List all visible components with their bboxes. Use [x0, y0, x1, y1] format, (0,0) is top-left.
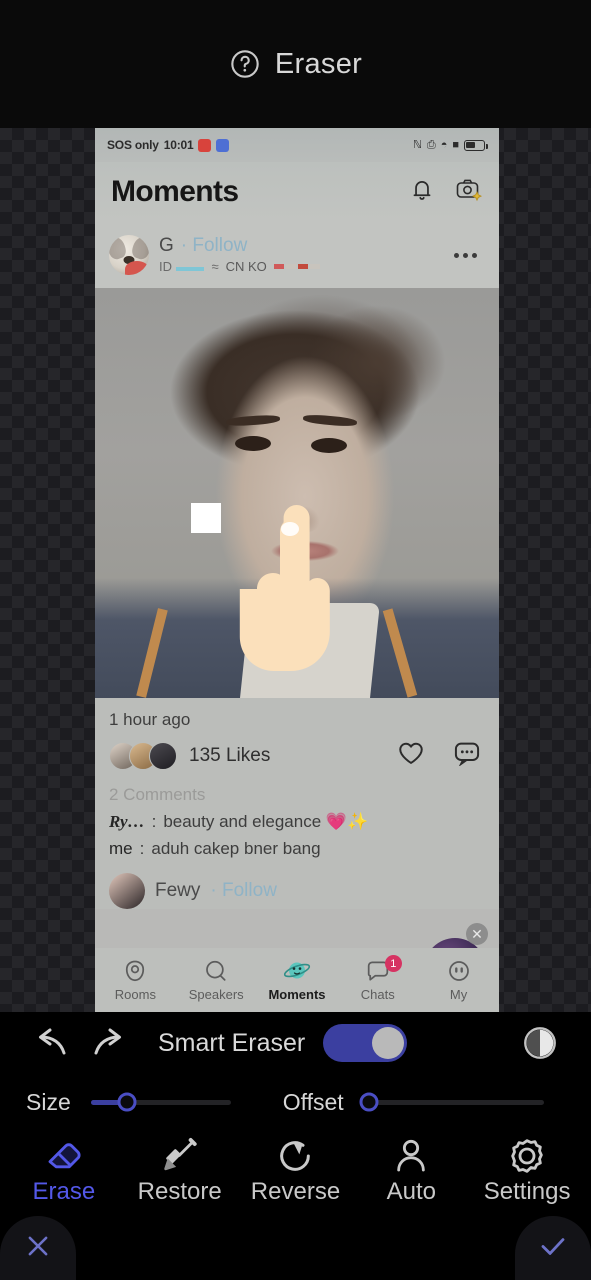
nav-item-rooms[interactable]: Rooms	[95, 958, 176, 1002]
list-item[interactable]: me: aduh cakep bner bang	[109, 839, 485, 859]
comment-author: Ry…	[109, 812, 145, 831]
tool-auto[interactable]: Auto	[353, 1136, 469, 1206]
tool-restore[interactable]: Restore	[122, 1136, 238, 1206]
likes-count: 135 Likes	[189, 744, 271, 766]
list-item[interactable]: Ry…: beauty and elegance 💗✨	[109, 812, 485, 832]
tool-erase[interactable]: Erase	[6, 1136, 122, 1206]
pointing-hand-cursor	[223, 493, 343, 683]
battery-icon	[464, 139, 488, 151]
editor-controls: Smart Eraser Size Offset Erase Restore R…	[0, 1012, 591, 1280]
post-header[interactable]: G · Follow ID ≈ CN KO	[95, 222, 499, 288]
next-post-author: Fewy	[155, 880, 201, 901]
nav-label: Chats	[360, 987, 395, 1002]
nav-item-speakers[interactable]: Speakers	[176, 958, 257, 1002]
heart-icon[interactable]	[397, 740, 425, 771]
app-header: Moments	[95, 162, 499, 222]
tool-settings[interactable]: Settings	[469, 1136, 585, 1206]
comment-bubble-icon[interactable]	[453, 740, 481, 771]
tool-label: Restore	[137, 1178, 222, 1205]
phone-bottom-nav[interactable]: Rooms Speakers Moments Chats 1 My	[95, 948, 499, 1012]
titlebar: Eraser	[0, 0, 591, 128]
approx-symbol: ≈	[211, 259, 219, 274]
vibrate-icon: ⎙	[426, 138, 436, 151]
nfc-icon: ℕ	[413, 138, 422, 151]
tool-label: Settings	[483, 1178, 571, 1205]
follow-link[interactable]: · Follow	[181, 235, 248, 257]
size-slider[interactable]	[90, 1092, 231, 1112]
nav-label: Moments	[268, 987, 326, 1002]
nav-label: Rooms	[114, 987, 156, 1002]
status-carrier: SOS only	[107, 138, 159, 152]
cancel-button[interactable]	[0, 1216, 76, 1280]
tool-label: Auto	[386, 1178, 436, 1205]
nav-item-chats[interactable]: Chats 1	[337, 955, 418, 1002]
nav-item-moments[interactable]: Moments	[257, 958, 338, 1002]
close-icon	[23, 1231, 53, 1266]
tool-reverse[interactable]: Reverse	[238, 1136, 354, 1206]
offset-label: Offset	[282, 1088, 344, 1115]
contrast-icon[interactable]	[511, 1018, 569, 1068]
country-flag-bars	[273, 264, 320, 269]
confirm-button[interactable]	[515, 1216, 591, 1280]
nav-label: Speakers	[188, 987, 244, 1002]
app-title: Moments	[111, 175, 239, 208]
nav-label: My	[449, 987, 468, 1002]
check-icon	[537, 1230, 569, 1267]
actions-row	[0, 1216, 591, 1280]
tool-label: Reverse	[250, 1178, 341, 1205]
bell-icon[interactable]	[409, 177, 435, 208]
avatar[interactable]	[109, 873, 145, 909]
smart-eraser-label: Smart Eraser	[158, 1028, 306, 1057]
nav-item-my[interactable]: My	[418, 958, 499, 1002]
erased-area-patch	[191, 503, 221, 533]
editing-canvas[interactable]: SOS only 10:01 ℕ ⎙ ◓ ■ Moments G · Follo…	[0, 128, 591, 1012]
blue-app-icon	[216, 138, 230, 152]
likes-row: 135 Likes	[109, 740, 485, 771]
photo-eye-right	[311, 438, 347, 453]
page-title: Eraser	[274, 47, 363, 80]
smart-eraser-row: Smart Eraser	[0, 1012, 591, 1074]
comment-sep: :	[139, 839, 145, 858]
sliders-row: Size Offset	[0, 1074, 591, 1130]
post-photo[interactable]	[95, 288, 499, 698]
status-badge: 1	[384, 955, 402, 972]
id-label: ID	[159, 258, 172, 274]
help-circle-icon[interactable]	[229, 48, 261, 80]
undo-icon[interactable]	[22, 1018, 80, 1068]
post-author: G	[159, 234, 174, 256]
camera-add-icon[interactable]	[455, 177, 483, 208]
liker-avatars[interactable]	[109, 741, 177, 770]
close-icon[interactable]: ✕	[466, 923, 488, 945]
smart-eraser-toggle[interactable]	[323, 1024, 408, 1062]
tool-label: Erase	[32, 1178, 96, 1205]
next-post-preview[interactable]: Fewy · Follow	[95, 863, 499, 909]
country-label: CN KO	[225, 259, 267, 274]
post-footer: 1 hour ago 135 Likes 2 Comments Ry…: be…	[95, 698, 499, 863]
red-app-icon	[198, 138, 212, 152]
phone-status-bar: SOS only 10:01 ℕ ⎙ ◓ ■	[95, 128, 499, 162]
next-post-follow-link[interactable]: · Follow	[210, 880, 277, 902]
offset-slider[interactable]	[359, 1092, 544, 1112]
comment-author: me	[109, 839, 133, 858]
comments-count[interactable]: 2 Comments	[109, 785, 485, 805]
signal-icon: ■	[452, 138, 459, 151]
status-time: 10:01	[163, 138, 194, 152]
post-timestamp: 1 hour ago	[109, 710, 191, 729]
id-flag-bar	[176, 266, 205, 271]
more-options-icon[interactable]	[446, 245, 485, 266]
comment-text: beauty and elegance 💗✨	[163, 812, 369, 831]
size-label: Size	[26, 1088, 71, 1115]
redo-icon[interactable]	[80, 1018, 138, 1068]
photo-eye-left	[235, 436, 271, 451]
comment-sep: :	[151, 812, 157, 831]
edited-screenshot[interactable]: SOS only 10:01 ℕ ⎙ ◓ ■ Moments G · Follo…	[95, 128, 499, 1012]
avatar[interactable]	[109, 235, 149, 275]
comment-text: aduh cakep bner bang	[151, 839, 321, 858]
wifi-icon: ◓	[440, 138, 448, 151]
tools-row: Erase Restore Reverse Auto Settings	[0, 1130, 591, 1216]
